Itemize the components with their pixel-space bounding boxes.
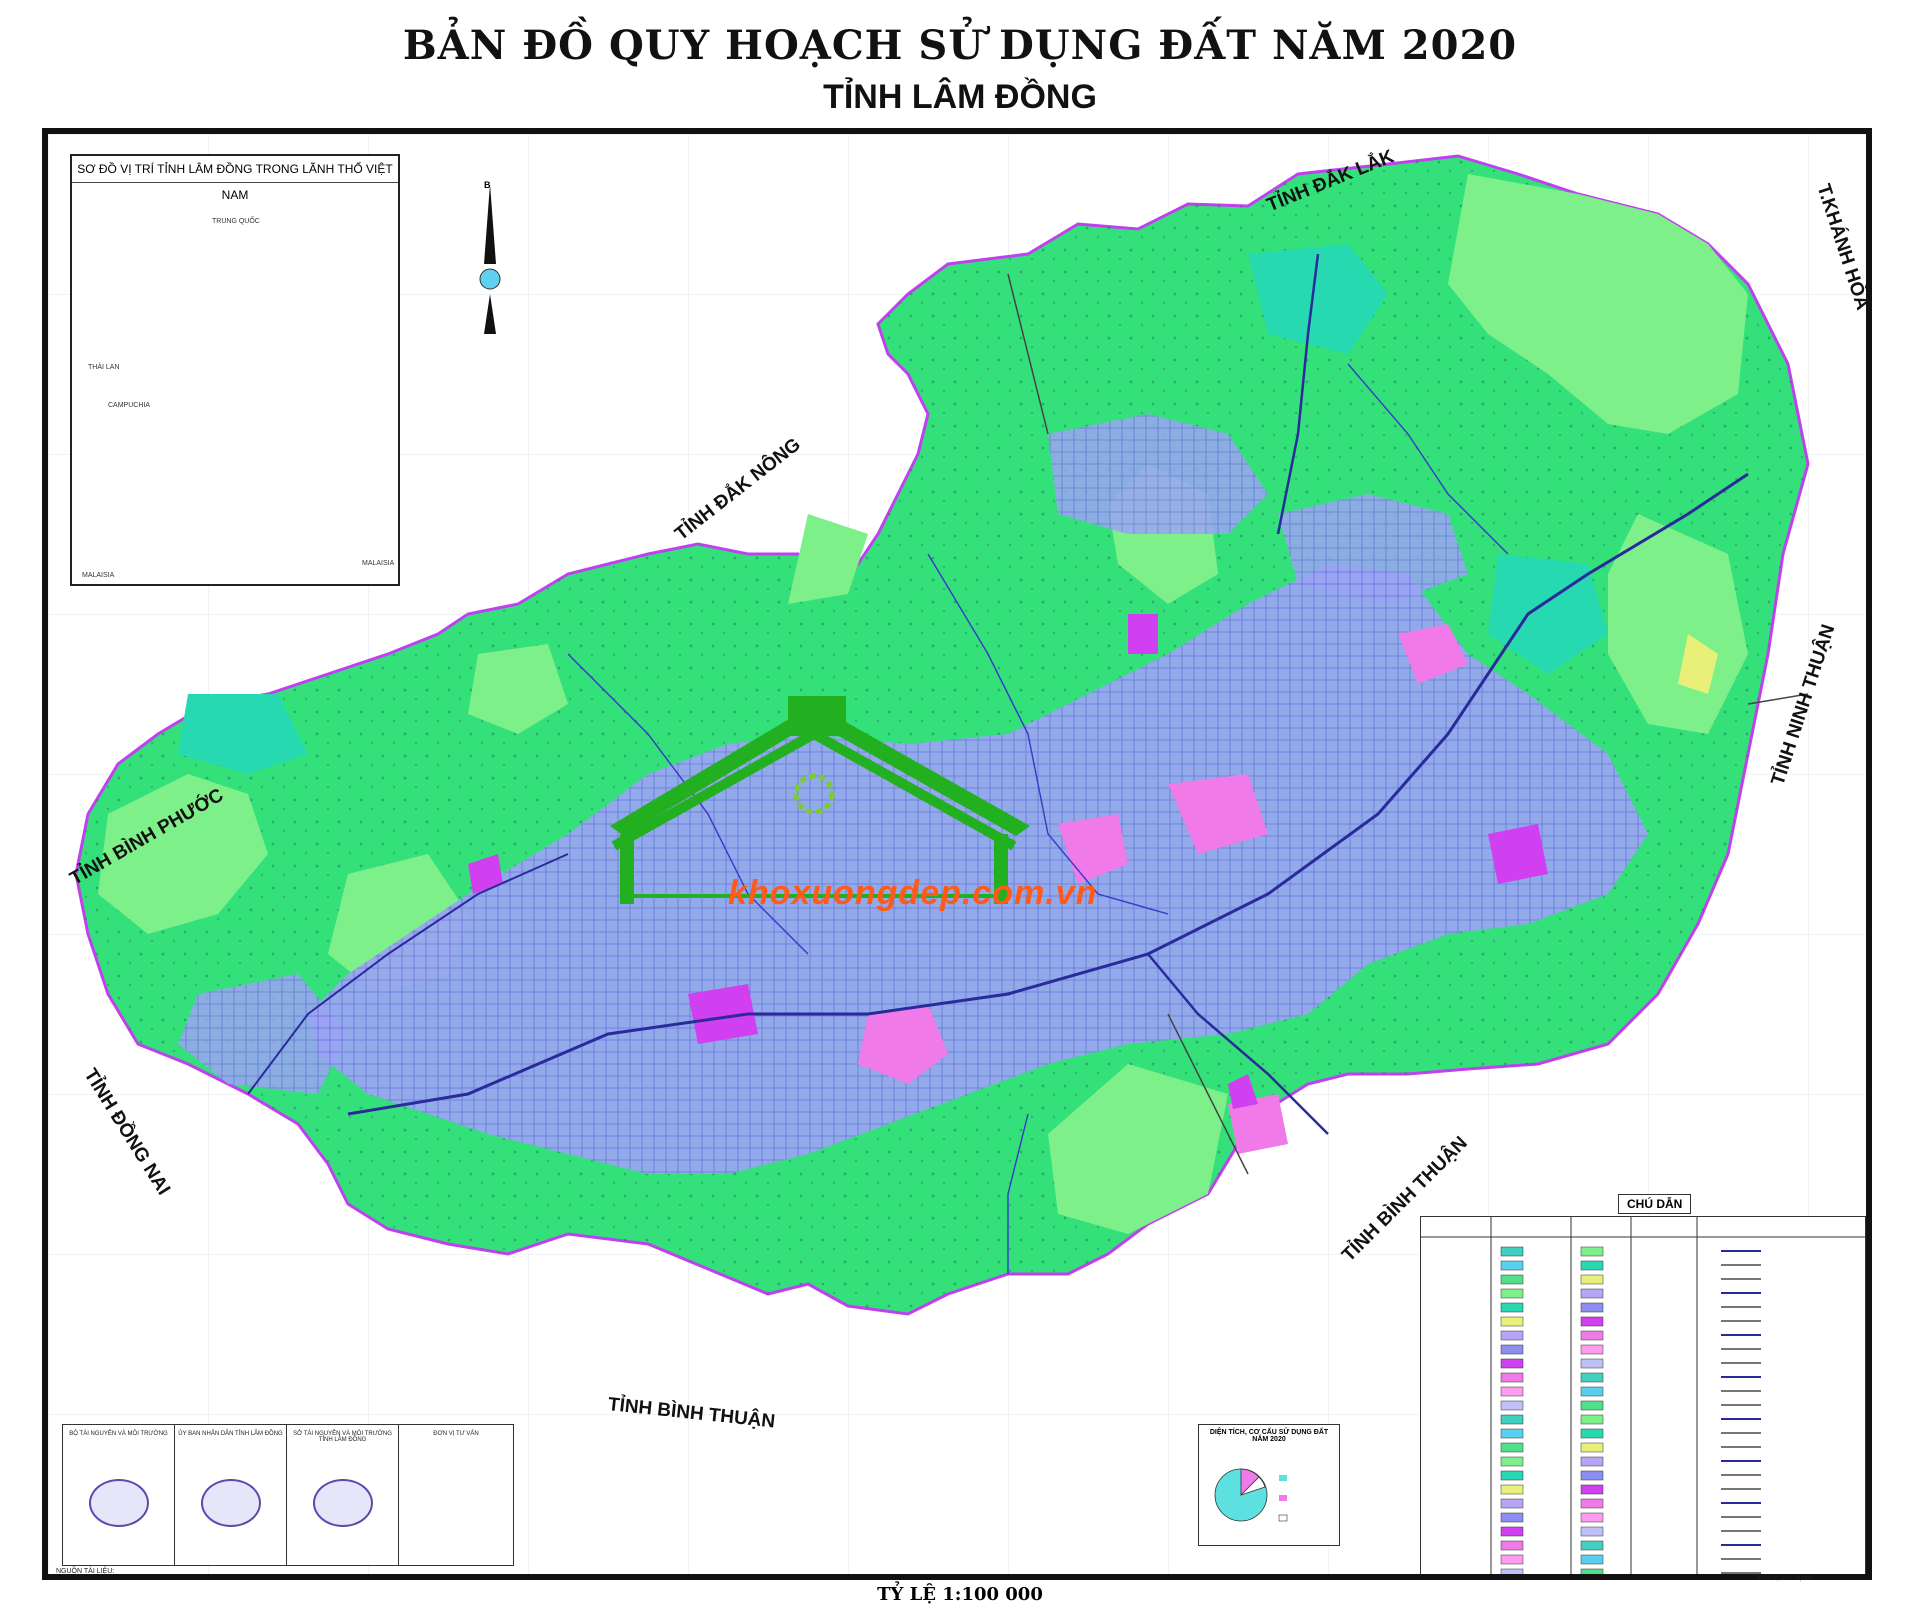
legend-swatch	[1580, 1358, 1604, 1369]
urban-area-8	[1128, 614, 1158, 654]
legend-swatch	[1500, 1540, 1524, 1551]
legend-swatch	[1500, 1456, 1524, 1467]
north-arrow-letter: B	[484, 180, 491, 190]
location-inset: SƠ ĐỒ VỊ TRÍ TỈNH LÂM ĐỒNG TRONG LÃNH TH…	[70, 154, 400, 586]
legend-swatch	[1580, 1302, 1604, 1313]
legend-swatch	[1500, 1358, 1524, 1369]
legend-swatch	[1580, 1246, 1604, 1257]
legend-swatch	[1500, 1246, 1524, 1257]
legend-swatch	[1500, 1498, 1524, 1509]
land-area-pie-box: DIỆN TÍCH, CƠ CẤU SỬ DỤNG ĐẤT NĂM 2020	[1198, 1424, 1340, 1546]
map-frame: SƠ ĐỒ VỊ TRÍ TỈNH LÂM ĐỒNG TRONG LÃNH TH…	[42, 128, 1872, 1580]
signature-heading-ministry: BỘ TÀI NGUYÊN VÀ MÔI TRƯỜNG	[69, 1431, 168, 1437]
legend-swatch	[1500, 1386, 1524, 1397]
legend-swatch	[1500, 1316, 1524, 1327]
legend-swatch	[1580, 1372, 1604, 1383]
legend-swatch	[1580, 1400, 1604, 1411]
signature-block: BỘ TÀI NGUYÊN VÀ MÔI TRƯỜNG ỦY BAN NHÂN …	[62, 1424, 514, 1566]
legend-swatch	[1580, 1274, 1604, 1285]
map-title: BẢN ĐỒ QUY HOẠCH SỬ DỤNG ĐẤT NĂM 2020	[402, 22, 1518, 69]
signature-heading-consultant: ĐƠN VỊ TƯ VẤN	[433, 1431, 479, 1437]
legend-swatch	[1580, 1288, 1604, 1299]
legend-swatch	[1500, 1526, 1524, 1537]
legend-swatch	[1500, 1288, 1524, 1299]
stamp-seal	[201, 1479, 261, 1527]
map-scale: TỶ LỆ 1:100 000	[877, 1584, 1043, 1605]
legend-swatch	[1500, 1414, 1524, 1425]
legend-swatch	[1500, 1372, 1524, 1383]
legend-swatch	[1500, 1400, 1524, 1411]
legend-swatch	[1500, 1274, 1524, 1285]
legend-swatch	[1580, 1428, 1604, 1439]
legend-swatch	[1500, 1344, 1524, 1355]
legend-swatch	[1580, 1414, 1604, 1425]
legend-swatch	[1580, 1316, 1604, 1327]
inset-label-cambodia: CAMPUCHIA	[108, 402, 151, 409]
map-subtitle: TỈNH LÂM ĐỒNG	[823, 78, 1097, 116]
legend-swatch	[1580, 1260, 1604, 1271]
legend-swatch	[1500, 1330, 1524, 1341]
legend-swatch	[1580, 1470, 1604, 1481]
legend-box	[1420, 1216, 1866, 1574]
legend-swatch	[1500, 1554, 1524, 1565]
legend-swatch	[1500, 1484, 1524, 1495]
legend-swatch	[1580, 1386, 1604, 1397]
legend-swatch	[1500, 1568, 1524, 1574]
legend-swatch	[1580, 1330, 1604, 1341]
legend-swatch	[1580, 1344, 1604, 1355]
legend-swatch	[1580, 1484, 1604, 1495]
land-area-pie	[1214, 1468, 1288, 1522]
legend-swatch	[1500, 1302, 1524, 1313]
pie-title: DIỆN TÍCH, CƠ CẤU SỬ DỤNG ĐẤT NĂM 2020	[1209, 1429, 1329, 1443]
inset-label-malaysia-2: MALAISIA	[362, 560, 395, 567]
legend-swatch	[1500, 1428, 1524, 1439]
signature-heading-committee: ỦY BAN NHÂN DÂN TỈNH LÂM ĐỒNG	[178, 1431, 283, 1437]
legend-swatch	[1500, 1512, 1524, 1523]
inset-label-malaysia-1: MALAISIA	[82, 572, 115, 579]
legend-swatch	[1580, 1442, 1604, 1453]
legend-swatch	[1580, 1512, 1604, 1523]
signature-cell-consultant: ĐƠN VỊ TƯ VẤN	[399, 1425, 513, 1565]
watermark-text: khoxuongdep.com.vn	[728, 874, 1098, 912]
legend-swatch	[1500, 1442, 1524, 1453]
stamp-seal	[89, 1479, 149, 1527]
inset-label-china: TRUNG QUỐC	[212, 218, 260, 225]
legend-swatch	[1580, 1498, 1604, 1509]
data-sources: NGUỒN TÀI LIỆU:	[56, 1568, 115, 1575]
legend-swatch	[1580, 1540, 1604, 1551]
map-builder: ĐƠN VỊ XÂY DỰNG	[1757, 1576, 1813, 1582]
signature-heading-department: SỞ TÀI NGUYÊN VÀ MÔI TRƯỜNG TỈNH LÂM ĐỒN…	[293, 1431, 392, 1443]
legend-swatch	[1580, 1456, 1604, 1467]
inset-title: SƠ ĐỒ VỊ TRÍ TỈNH LÂM ĐỒNG TRONG LÃNH TH…	[72, 156, 398, 202]
legend-swatch	[1580, 1568, 1604, 1574]
legend-swatch	[1580, 1526, 1604, 1537]
stamp-seal	[313, 1479, 373, 1527]
legend-swatch	[1580, 1554, 1604, 1565]
inset-label-thailand: THÁI LAN	[88, 364, 120, 371]
legend-graphic	[1421, 1217, 1865, 1574]
legend-title: CHÚ DẪN	[1618, 1194, 1692, 1214]
signature-cell-department: SỞ TÀI NGUYÊN VÀ MÔI TRƯỜNG TỈNH LÂM ĐỒN…	[287, 1425, 399, 1565]
signature-cell-ministry: BỘ TÀI NGUYÊN VÀ MÔI TRƯỜNG	[63, 1425, 175, 1565]
urban-area-7	[1488, 824, 1548, 884]
signature-cell-committee: ỦY BAN NHÂN DÂN TỈNH LÂM ĐỒNG	[175, 1425, 287, 1565]
legend-swatch	[1500, 1470, 1524, 1481]
legend-swatch	[1500, 1260, 1524, 1271]
